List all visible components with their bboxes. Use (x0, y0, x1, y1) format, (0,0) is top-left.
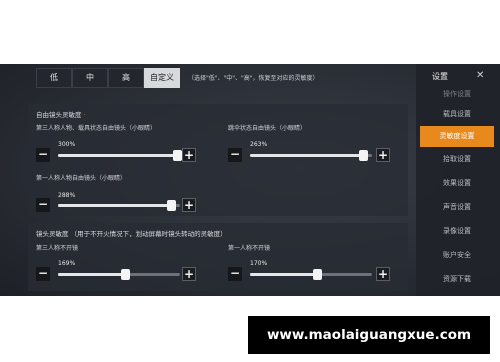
watermark-banner: www.maolaiguangxue.com (248, 316, 490, 354)
free-look-marker: · (83, 111, 86, 119)
free-look-panel: 自由镜头灵敏度 · 第三人称人物、载具状态自由镜头（小眼睛） 300% − + … (28, 104, 408, 216)
increase-button[interactable]: + (182, 267, 196, 281)
slider-value-fpp-no-scope: 170% (250, 260, 268, 267)
slider-fill (58, 273, 126, 276)
slider-value-tpp-vehicle: 300% (58, 141, 76, 148)
slider-label-tpp-vehicle: 第三人称人物、载具状态自由镜头（小眼睛） (36, 125, 157, 132)
decrease-button[interactable]: − (228, 148, 242, 162)
decrease-button[interactable]: − (36, 198, 50, 212)
slider-value-parachute: 263% (250, 141, 268, 148)
slider-fill (250, 273, 318, 276)
preset-low[interactable]: 低 (36, 68, 72, 88)
slider-track[interactable] (250, 150, 372, 161)
free-look-title: 自由镜头灵敏度 · (36, 109, 86, 119)
decrease-button[interactable]: − (228, 267, 242, 281)
menu-item-sensitivity[interactable]: 灵敏度设置 (420, 126, 494, 147)
slider-handle[interactable] (359, 150, 369, 161)
slider-fill (58, 154, 178, 157)
menu-item-replay[interactable]: 录像设置 (420, 221, 494, 242)
increase-button[interactable]: + (376, 148, 390, 162)
camera-title: 镜头灵敏度 （用于不开火情况下，划动屏幕时镜头转动的灵敏度） (36, 230, 227, 238)
increase-button[interactable]: + (182, 148, 196, 162)
close-icon[interactable]: ✕ (476, 70, 484, 81)
slider-track[interactable] (58, 150, 186, 161)
slider-label-fpp-no-scope: 第一人称不开镜 (228, 245, 271, 252)
menu-item-effects[interactable]: 效果设置 (420, 173, 494, 194)
preset-custom[interactable]: 自定义 (144, 68, 180, 88)
slider-value-fpp: 288% (58, 192, 76, 199)
increase-button[interactable]: + (182, 198, 196, 212)
menu-item-controls[interactable]: 操作设置 (420, 84, 494, 105)
menu-item-vehicle[interactable]: 载具设置 (420, 104, 494, 125)
slider-value-tpp-no-scope: 169% (58, 260, 76, 267)
preset-row: 低 中 高 自定义 （选择"低"、"中"、"高"，恢复至对应的灵敏度） (0, 68, 410, 90)
game-settings-screenshot: 低 中 高 自定义 （选择"低"、"中"、"高"，恢复至对应的灵敏度） 自由镜头… (0, 64, 500, 296)
camera-sensitivity-panel: 镜头灵敏度 （用于不开火情况下，划动屏幕时镜头转动的灵敏度） 第三人称不开镜 1… (28, 223, 408, 291)
menu-item-download[interactable]: 资源下载 (420, 269, 494, 290)
slider-track[interactable] (58, 269, 180, 280)
decrease-button[interactable]: − (36, 148, 50, 162)
slider-track[interactable] (250, 269, 372, 280)
settings-menu: 设置 ✕ 操作设置 载具设置 灵敏度设置 拾取设置 效果设置 声音设置 录像设置… (416, 64, 500, 296)
slider-handle[interactable] (173, 150, 183, 161)
slider-fill (58, 204, 172, 207)
slider-handle[interactable] (121, 269, 131, 280)
slider-label-parachute: 跳伞状态自由镜头（小眼睛） (228, 125, 307, 132)
preset-high[interactable]: 高 (108, 68, 144, 88)
preset-note: （选择"低"、"中"、"高"，恢复至对应的灵敏度） (188, 75, 319, 82)
slider-fill (250, 154, 364, 157)
slider-handle[interactable] (313, 269, 323, 280)
slider-label-fpp: 第一人称人物自由镜头（小眼睛） (36, 175, 127, 182)
slider-label-tpp-no-scope: 第三人称不开镜 (36, 245, 79, 252)
menu-item-pickup[interactable]: 拾取设置 (420, 149, 494, 170)
menu-item-account[interactable]: 账户安全 (420, 245, 494, 266)
decrease-button[interactable]: − (36, 267, 50, 281)
increase-button[interactable]: + (376, 267, 390, 281)
menu-item-sound[interactable]: 声音设置 (420, 197, 494, 218)
slider-track[interactable] (58, 200, 180, 211)
settings-menu-title: 设置 (432, 72, 448, 81)
free-look-title-text: 自由镜头灵敏度 (36, 111, 82, 119)
slider-handle[interactable] (167, 200, 177, 211)
preset-medium[interactable]: 中 (72, 68, 108, 88)
